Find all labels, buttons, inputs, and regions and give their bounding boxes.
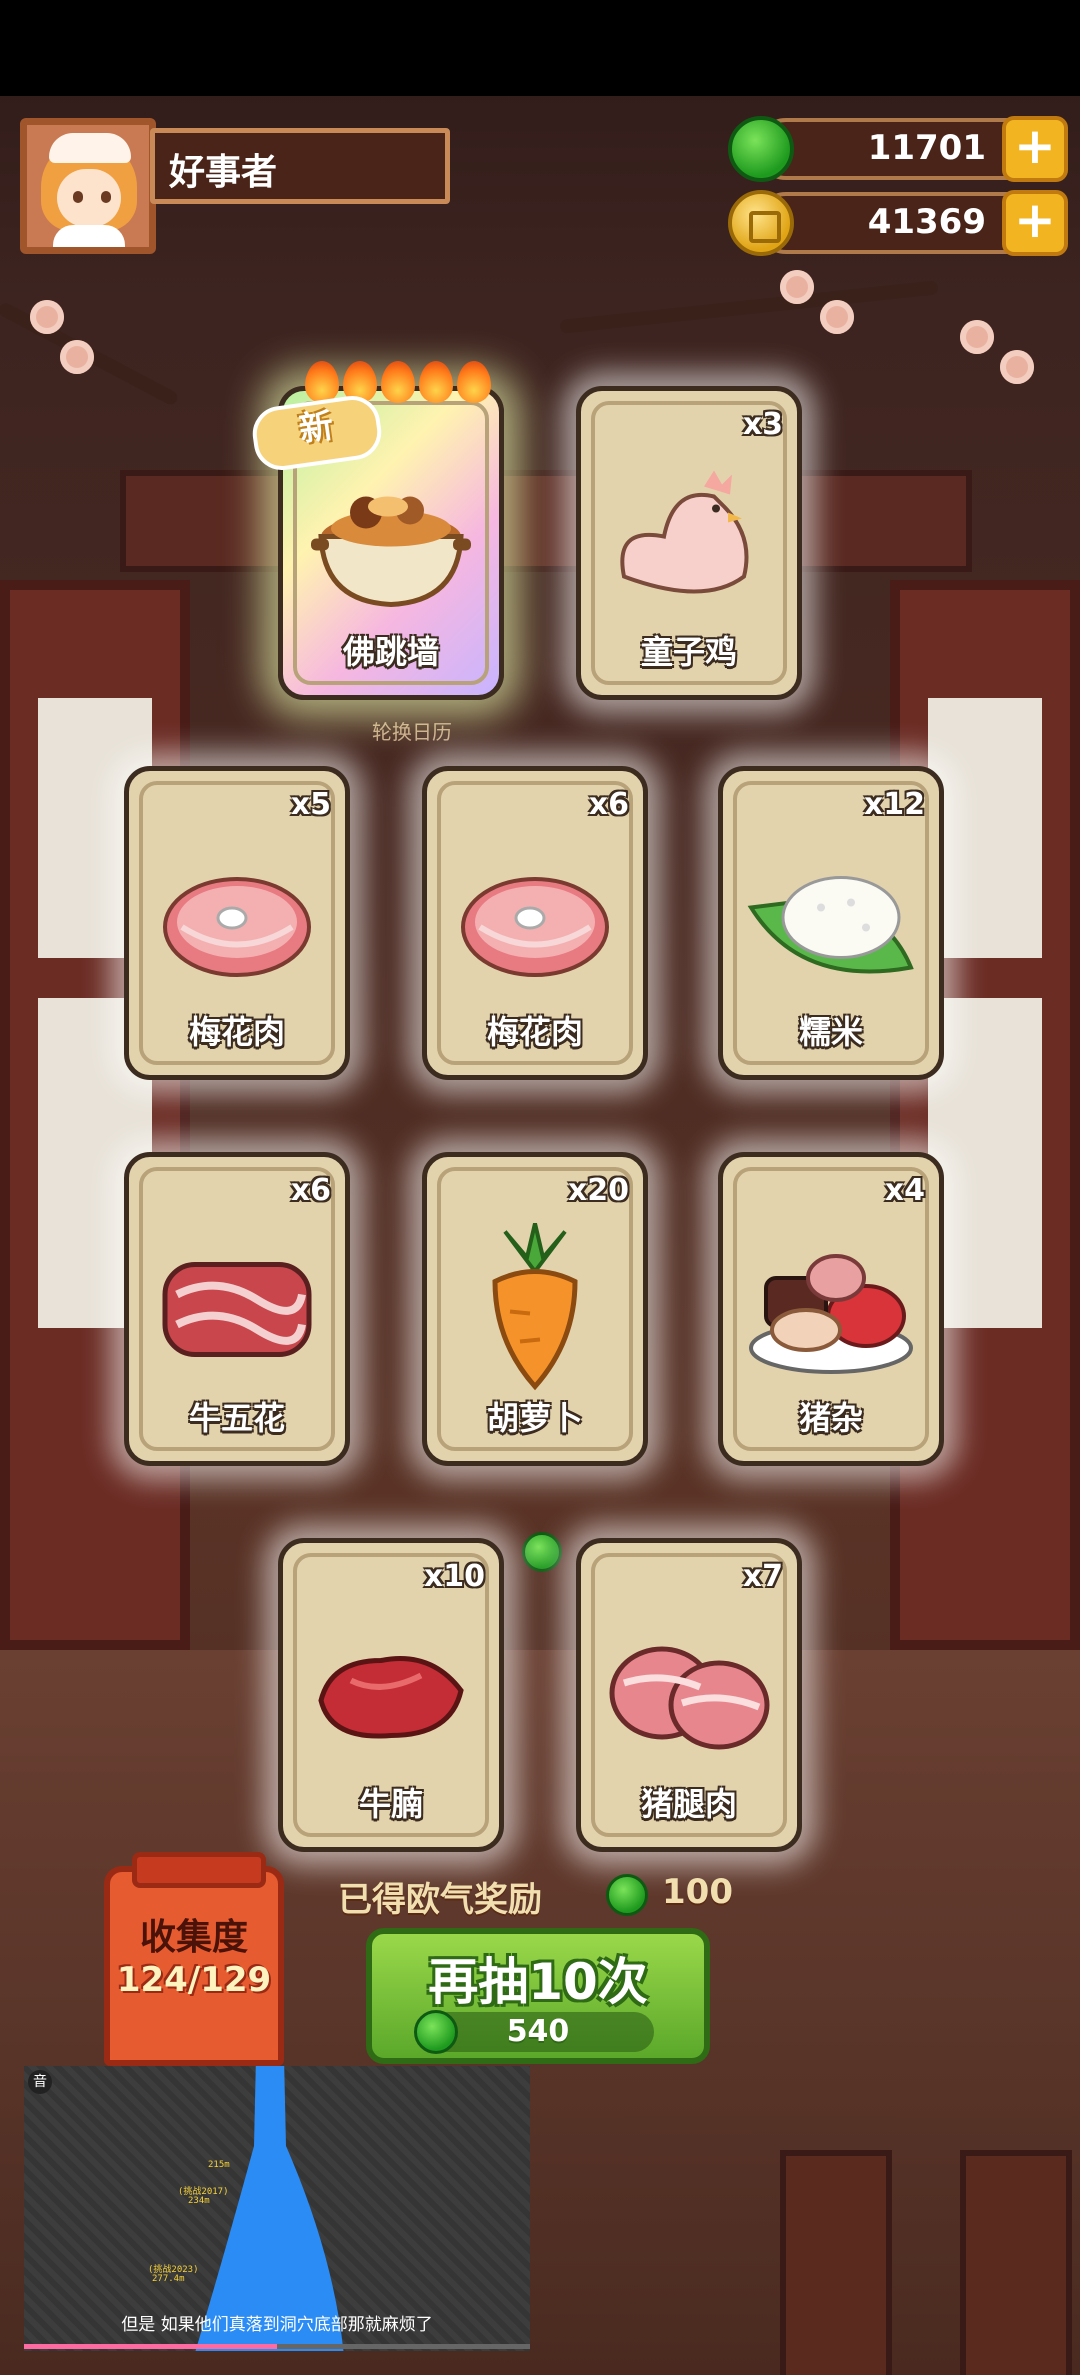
card-niunan[interactable]: x10 牛腩 bbox=[278, 1538, 504, 1852]
blossom bbox=[30, 300, 64, 334]
card-fotiaoqiang[interactable]: 新 佛跳墙 bbox=[249, 361, 504, 700]
blossom bbox=[60, 340, 94, 374]
pork-leg-icon bbox=[609, 1646, 770, 1750]
card-count: x20 bbox=[567, 1173, 629, 1208]
card-huluobo[interactable]: x20 胡萝卜 bbox=[422, 1152, 648, 1466]
blossom bbox=[960, 320, 994, 354]
card-name: 胡萝卜 bbox=[486, 1399, 583, 1437]
collection-progress-button[interactable]: 收集度 124/129 bbox=[104, 1852, 284, 2066]
fence-post bbox=[960, 2150, 1072, 2375]
player-name: 好事者 bbox=[169, 152, 278, 193]
card-count: x12 bbox=[863, 787, 925, 822]
card-zhuza[interactable]: x4 猪杂 bbox=[718, 1152, 944, 1466]
video-subtitle: 但是 如果他们真落到洞穴底部那就麻烦了 bbox=[121, 2315, 433, 2335]
gem-icon bbox=[522, 1532, 562, 1572]
collection-value: 124/129 bbox=[116, 1960, 272, 2000]
gem-counter: 11701 + bbox=[756, 116, 1068, 182]
gem-icon bbox=[606, 1874, 648, 1916]
brisket-icon bbox=[318, 1656, 464, 1739]
reward-label: 已得欧气奖励 bbox=[338, 1880, 542, 1920]
card-name: 梅花肉 bbox=[188, 1013, 285, 1051]
wall-beam bbox=[120, 470, 972, 572]
depth-label: 215m bbox=[208, 2160, 230, 2170]
branch bbox=[559, 280, 939, 334]
beef-slice-icon bbox=[162, 1262, 312, 1358]
left-door bbox=[0, 580, 190, 1650]
blossom bbox=[1000, 350, 1034, 384]
card-count: x5 bbox=[290, 787, 331, 822]
game-screen: 轮换日历 好事者 11701 + 41369 + 新 佛跳墙 x3 童子鸡 x5… bbox=[0, 0, 1080, 2375]
jar-lid bbox=[132, 1852, 266, 1888]
video-badge-icon: 音 bbox=[28, 2070, 52, 2094]
offal-plate-icon bbox=[749, 1254, 913, 1375]
floating-video-player[interactable]: 音 215m (挑战2017) 234m (挑战2023) 277.4m 但是 … bbox=[24, 2066, 530, 2351]
status-bar bbox=[0, 0, 1080, 96]
flame-icon bbox=[381, 361, 415, 403]
coin-icon bbox=[728, 190, 794, 256]
carrot-icon bbox=[492, 1223, 578, 1391]
coin-amount: 41369 bbox=[867, 202, 986, 242]
right-door bbox=[890, 580, 1080, 1650]
card-meihuarou-1[interactable]: x5 梅花肉 bbox=[124, 766, 350, 1080]
add-gems-button[interactable]: + bbox=[1002, 116, 1068, 182]
card-count: x6 bbox=[588, 787, 629, 822]
draw-again-button[interactable]: 再抽10次 540 bbox=[366, 1928, 710, 2064]
card-count: x4 bbox=[884, 1173, 925, 1208]
pork-icon bbox=[163, 877, 311, 978]
coin-counter: 41369 + bbox=[756, 190, 1068, 256]
flame-icon bbox=[305, 361, 339, 403]
card-meihuarou-2[interactable]: x6 梅花肉 bbox=[422, 766, 648, 1080]
card-nuomi[interactable]: x12 糯米 bbox=[718, 766, 944, 1080]
fence-post bbox=[780, 2150, 892, 2375]
video-progress-fill bbox=[24, 2344, 277, 2349]
card-count: x10 bbox=[423, 1559, 485, 1594]
card-niuwuhua[interactable]: x6 牛五花 bbox=[124, 1152, 350, 1466]
blossom bbox=[820, 300, 854, 334]
card-zhutuirou[interactable]: x7 猪腿肉 bbox=[576, 1538, 802, 1852]
pork-icon bbox=[461, 877, 609, 978]
depth-label: 277.4m bbox=[152, 2274, 185, 2284]
collection-label: 收集度 bbox=[139, 1917, 248, 1958]
card-count: x7 bbox=[742, 1559, 783, 1594]
gem-icon bbox=[728, 116, 794, 182]
card-count: x3 bbox=[742, 407, 783, 442]
card-tongziji[interactable]: x3 童子鸡 bbox=[576, 386, 802, 700]
reward-value: 100 bbox=[662, 1872, 733, 1912]
depth-label: 234m bbox=[188, 2196, 210, 2206]
flame-icon bbox=[457, 361, 491, 403]
card-name: 牛五花 bbox=[188, 1399, 285, 1437]
rice-icon bbox=[747, 876, 914, 974]
river-graphic bbox=[195, 2066, 344, 2351]
card-name: 佛跳墙 bbox=[342, 633, 439, 671]
chicken-icon bbox=[620, 470, 749, 594]
card-count: x6 bbox=[290, 1173, 331, 1208]
video-progress-bar[interactable] bbox=[24, 2344, 530, 2349]
card-name: 糯米 bbox=[798, 1013, 863, 1051]
card-name: 童子鸡 bbox=[640, 633, 737, 671]
gem-amount: 11701 bbox=[867, 128, 986, 168]
soup-pot-icon bbox=[311, 496, 471, 608]
draw-button-label: 再抽10次 bbox=[428, 1953, 648, 2011]
player-name-bar: 好事者 bbox=[150, 128, 450, 204]
card-name: 牛腩 bbox=[358, 1785, 423, 1823]
card-name: 梅花肉 bbox=[486, 1013, 583, 1051]
add-coins-button[interactable]: + bbox=[1002, 190, 1068, 256]
card-name: 猪杂 bbox=[798, 1399, 863, 1437]
blossom bbox=[780, 270, 814, 304]
card-name: 猪腿肉 bbox=[640, 1785, 737, 1823]
background-sign: 轮换日历 bbox=[372, 720, 452, 744]
flame-icon bbox=[419, 361, 453, 403]
draw-cost: 540 bbox=[506, 2014, 570, 2049]
avatar[interactable] bbox=[20, 118, 156, 254]
